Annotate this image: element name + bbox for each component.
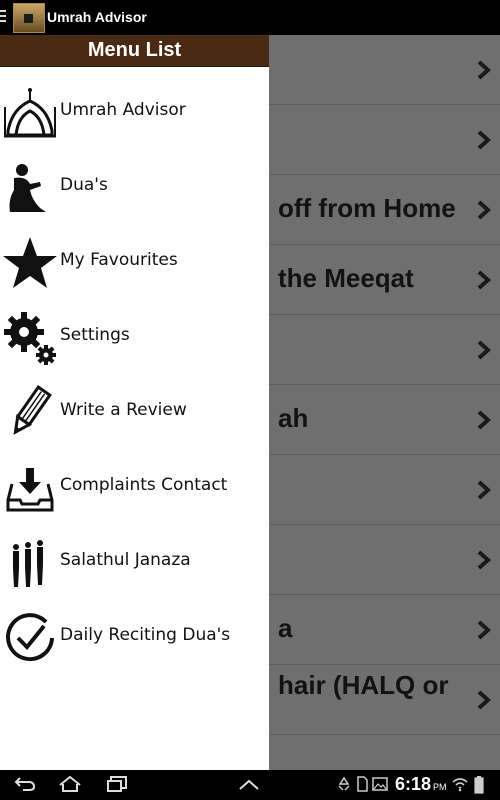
chevron-right-icon xyxy=(477,550,492,570)
list-item-title: off from Home xyxy=(278,193,456,223)
status-clock: 6:18 PM xyxy=(395,774,447,795)
menu-item-duas[interactable]: Dua's xyxy=(0,150,269,225)
chevron-right-icon xyxy=(477,410,492,430)
list-item-title: hair (HALQ or xyxy=(278,670,449,700)
list-item-title: the Meeqat xyxy=(278,263,414,293)
mosque-dome-icon xyxy=(4,88,56,138)
chevron-right-icon xyxy=(477,270,492,290)
clock-ampm: PM xyxy=(433,782,447,792)
clock-time: 6:18 xyxy=(395,774,432,794)
menu-item-umrah-advisor[interactable]: Umrah Advisor xyxy=(0,75,269,150)
action-bar: Umrah Advisor xyxy=(0,0,500,35)
chevron-right-icon xyxy=(477,690,492,710)
clock-check-icon xyxy=(6,613,54,662)
pencil-icon xyxy=(13,385,52,435)
chevron-right-icon xyxy=(477,480,492,500)
recycle-icon xyxy=(338,776,350,791)
app-title: Umrah Advisor xyxy=(47,9,147,25)
menu-item-complaints-contact[interactable]: Complaints Contact xyxy=(0,450,269,525)
menu-item-daily-reciting-duas[interactable]: Daily Reciting Dua's xyxy=(0,600,269,675)
menu-item-label: Salathul Janaza xyxy=(60,550,191,570)
hamburger-icon[interactable] xyxy=(0,10,6,24)
back-icon[interactable] xyxy=(14,776,36,792)
chevron-right-icon xyxy=(477,60,492,80)
inbox-download-icon xyxy=(6,468,54,512)
kaaba-logo-icon[interactable] xyxy=(13,3,45,33)
chevron-right-icon xyxy=(477,620,492,640)
menu-item-label: Complaints Contact xyxy=(60,475,228,495)
menu-item-salathul-janaza[interactable]: Salathul Janaza xyxy=(0,525,269,600)
chevron-right-icon xyxy=(477,340,492,360)
menu-item-label: Settings xyxy=(60,325,130,345)
image-icon xyxy=(372,777,388,791)
menu-item-settings[interactable]: Settings xyxy=(0,300,269,375)
menu-item-label: Daily Reciting Dua's xyxy=(60,625,231,645)
star-icon xyxy=(3,237,57,288)
navigation-drawer: Menu List Umrah Advisor Dua's My Favouri… xyxy=(0,35,269,770)
battery-icon xyxy=(474,776,484,794)
up-chevron-icon[interactable] xyxy=(238,779,260,791)
drawer-header: Menu List xyxy=(0,35,269,67)
list-item-title: ah xyxy=(278,403,309,433)
drawer-title: Menu List xyxy=(87,39,182,61)
praying-person-icon xyxy=(9,164,46,212)
chevron-right-icon xyxy=(477,200,492,220)
wifi-icon xyxy=(452,778,468,792)
menu-item-label: My Favourites xyxy=(60,250,178,270)
menu-item-write-a-review[interactable]: Write a Review xyxy=(0,375,269,450)
prayer-row-icon xyxy=(13,540,43,587)
system-navigation-bar: 6:18 PM xyxy=(0,770,500,800)
sd-card-icon xyxy=(357,776,368,792)
menu-item-label: Umrah Advisor xyxy=(60,100,186,120)
gear-icon xyxy=(4,312,56,365)
menu-item-label: Dua's xyxy=(60,175,108,195)
home-icon[interactable] xyxy=(58,776,82,792)
list-item-title: a xyxy=(278,613,293,643)
menu-item-label: Write a Review xyxy=(60,400,187,420)
recent-apps-icon[interactable] xyxy=(106,776,128,792)
chevron-right-icon xyxy=(477,130,492,150)
menu-item-my-favourites[interactable]: My Favourites xyxy=(0,225,269,300)
